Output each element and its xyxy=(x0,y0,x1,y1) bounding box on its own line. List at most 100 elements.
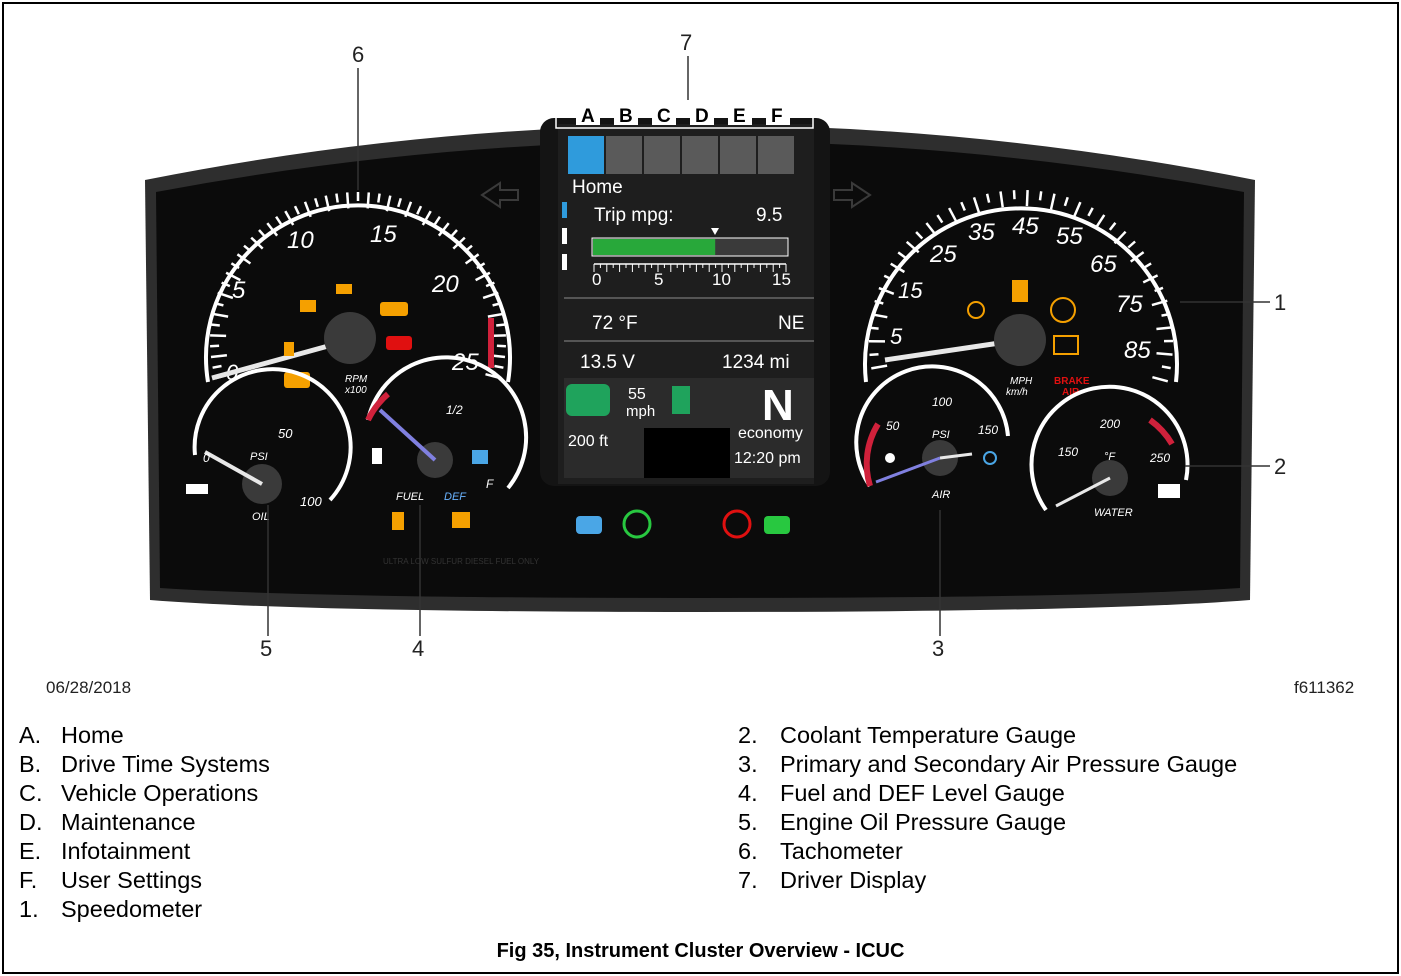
oil-label-0: 0 xyxy=(203,451,210,465)
display-cutout xyxy=(644,428,730,478)
legend-item: 1. Speedometer xyxy=(19,895,270,924)
dial-tick xyxy=(494,364,504,369)
page-indicator-3 xyxy=(562,254,567,270)
speed-label-85: 85 xyxy=(1124,337,1151,364)
tab-letter-c: C xyxy=(657,106,671,127)
odometer: 1234 mi xyxy=(722,352,790,373)
legend-item: B. Drive Time Systems xyxy=(19,750,270,779)
page-indicator-2 xyxy=(562,228,567,244)
oil-unit: PSI xyxy=(250,451,268,463)
air-name: AIR xyxy=(931,489,950,501)
legend-text: Home xyxy=(61,722,124,748)
legend-item: C. Vehicle Operations xyxy=(19,779,270,808)
battery-voltage: 13.5 V xyxy=(580,352,635,373)
clock: 12:20 pm xyxy=(734,450,801,467)
air-label-150: 150 xyxy=(978,423,998,437)
truck-tab-icon[interactable] xyxy=(644,136,680,174)
low-beam-icon xyxy=(764,516,790,534)
speed-label-65: 65 xyxy=(1090,251,1117,278)
dial-tick xyxy=(496,323,506,327)
trip-scale-5: 5 xyxy=(654,270,663,289)
fuel-label-half: 1/2 xyxy=(446,403,463,417)
water-unit: °F xyxy=(1104,451,1116,463)
legend-item: 6. Tachometer xyxy=(738,837,1237,866)
tab-letter-b: B xyxy=(619,106,633,127)
high-beam-icon xyxy=(576,516,602,534)
dial-tick xyxy=(1038,191,1043,201)
speed-label-25: 25 xyxy=(929,241,957,268)
lane-indicator-icon xyxy=(672,386,690,414)
settings-tab-icon[interactable] xyxy=(758,136,794,174)
legend-text: Vehicle Operations xyxy=(61,780,259,806)
fuel-label-full: F xyxy=(486,477,494,491)
drive-mode: economy xyxy=(738,425,803,442)
steering-wheel-tab-icon[interactable] xyxy=(606,136,642,174)
legend-text: Fuel and DEF Level Gauge xyxy=(780,780,1065,806)
trip-scale-0: 0 xyxy=(592,270,601,289)
legend-item: A. Home xyxy=(19,721,270,750)
dial-tick xyxy=(1012,190,1016,200)
dial-tick xyxy=(212,364,222,369)
figure-caption: Fig 35, Instrument Cluster Overview - IC… xyxy=(496,940,905,962)
legend-key: A. xyxy=(19,722,42,748)
callout-2: 2 xyxy=(1274,454,1287,479)
brake-air-label-1: BRAKE xyxy=(1054,376,1090,387)
speed-label-75: 75 xyxy=(1116,291,1143,318)
callout-1: 1 xyxy=(1274,290,1287,315)
dial-tick xyxy=(1156,326,1173,331)
legend-item: E. Infotainment xyxy=(19,837,270,866)
low-def-icon xyxy=(452,512,470,528)
following-distance: 200 ft xyxy=(568,433,609,450)
ulsd-note: ULTRA LOW SULFUR DIESEL FUEL ONLY xyxy=(383,557,540,566)
water-label-150: 150 xyxy=(1058,445,1078,459)
tach-redline xyxy=(488,318,494,368)
trip-scale-15: 15 xyxy=(772,270,791,289)
wrench-tab-icon[interactable] xyxy=(682,136,718,174)
air-label-100: 100 xyxy=(932,395,952,409)
fuel-pump-icon xyxy=(372,448,382,464)
tach-label-20: 20 xyxy=(431,271,459,298)
glow-plug-icon xyxy=(300,300,316,312)
gear-indicator: N xyxy=(762,381,794,430)
air-label-50: 50 xyxy=(886,419,900,433)
speed-label-15: 15 xyxy=(898,278,923,303)
speed-label-5: 5 xyxy=(890,324,903,349)
trip-label: Trip mpg: xyxy=(594,205,674,226)
page-indicator-active xyxy=(562,202,567,218)
tab-letter-a: A xyxy=(581,106,595,127)
legend-item: 5. Engine Oil Pressure Gauge xyxy=(738,808,1237,837)
legend-text: Tachometer xyxy=(780,838,903,864)
speed-label-35: 35 xyxy=(968,219,995,246)
dial-tick xyxy=(210,334,227,338)
cruise-vehicle-icon xyxy=(566,384,610,416)
callout-5: 5 xyxy=(260,636,273,661)
legend-text: Drive Time Systems xyxy=(61,751,270,777)
dial-tick xyxy=(377,193,381,203)
legend-key: C. xyxy=(19,780,43,806)
legend-key: 1. xyxy=(19,896,39,922)
trip-value: 9.5 xyxy=(756,205,782,226)
tach-label-5: 5 xyxy=(232,277,246,304)
dial-tick xyxy=(1156,352,1173,356)
legend-key: 5. xyxy=(738,809,758,835)
dial-tick xyxy=(1025,190,1029,207)
legend-text: Maintenance xyxy=(61,809,196,835)
legend-key: 2. xyxy=(738,722,758,748)
home-tab-icon[interactable] xyxy=(568,136,604,174)
dial-tick xyxy=(210,323,220,327)
def-name: DEF xyxy=(444,491,467,503)
set-speed-value: 55 xyxy=(628,386,646,403)
oil-label-100: 100 xyxy=(300,494,322,509)
music-note-tab-icon[interactable] xyxy=(720,136,756,174)
figure-id: f611362 xyxy=(1294,678,1355,697)
legend-text: User Settings xyxy=(61,867,203,893)
speed-label-45: 45 xyxy=(1012,213,1039,240)
exhaust-brake-icon xyxy=(336,284,352,294)
check-engine-icon xyxy=(380,302,408,316)
legend-key: 4. xyxy=(738,780,758,806)
legend-item: D. Maintenance xyxy=(19,808,270,837)
stability-control-icon xyxy=(1012,280,1028,302)
stop-engine-icon xyxy=(386,336,412,350)
driver-display: A B C D E F Home Trip mpg: 9.5 0 5 10 15 72 °… xyxy=(540,99,830,486)
instrument-cluster-figure: 0 5 10 15 20 25 RPM x100 0 50 100 PSI OI… xyxy=(145,56,1270,636)
